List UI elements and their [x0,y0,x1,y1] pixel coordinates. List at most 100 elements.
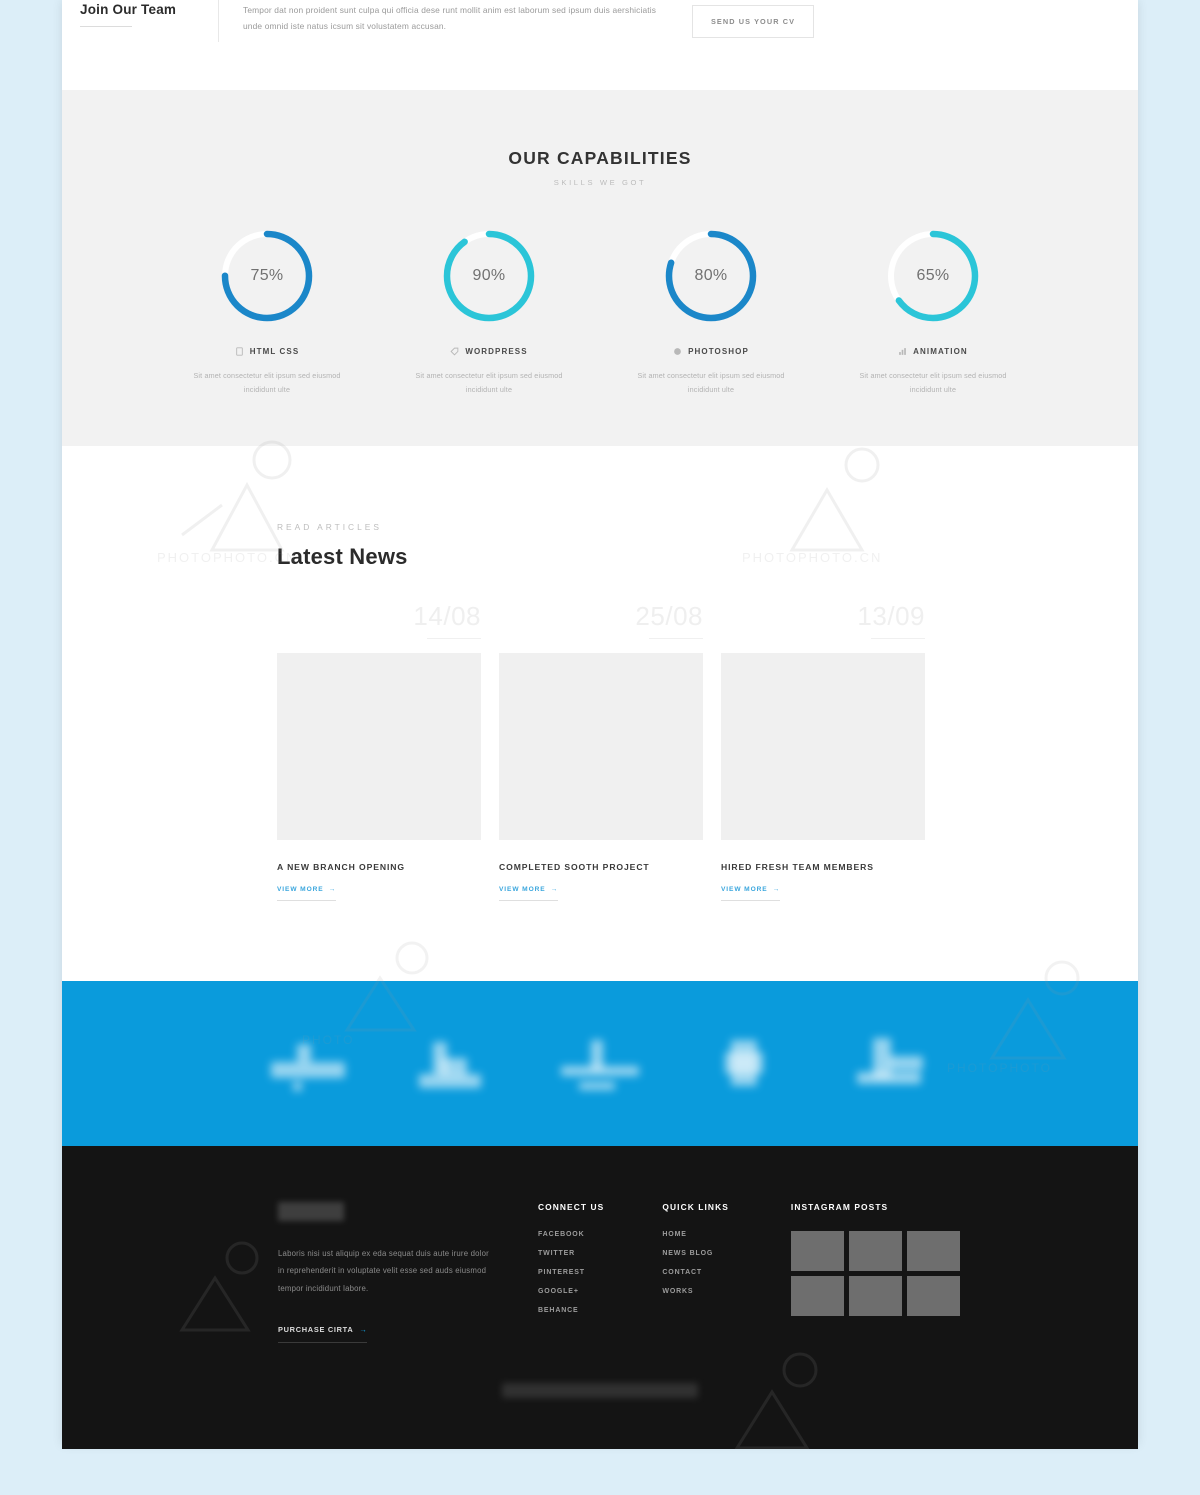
client-logo-3[interactable] [557,1032,643,1094]
connect-us-link[interactable]: FACEBOOK [538,1231,604,1238]
connect-us-link[interactable]: GOOGLE+ [538,1288,604,1295]
logo-shape [293,1082,302,1092]
connect-us-link[interactable]: TWITTER [538,1250,604,1257]
capabilities-header: OUR CAPABILITIES SKILLS WE GOT [62,148,1138,187]
donut-value: 80% [694,267,728,284]
chart-icon [898,347,907,356]
capability-label: PHOTOSHOP [688,347,749,356]
footer-copyright [502,1383,698,1399]
quick-link[interactable]: NEWS BLOG [662,1250,729,1257]
logo-shape [271,1062,345,1079]
quick-link[interactable]: CONTACT [662,1269,729,1276]
purchase-cirta-label: PURCHASE CIRTA [278,1325,354,1335]
join-cta-wrap: SEND US YOUR CV [663,0,843,38]
send-us-your-cv-button[interactable]: SEND US YOUR CV [691,5,815,38]
client-logo-1[interactable] [265,1032,351,1094]
vertical-divider [218,0,219,42]
arrow-right-icon: → [772,885,781,893]
capability-label-row: PHOTOSHOP [628,347,794,356]
donut-chart: 80% [662,227,760,325]
news-card-grid: 14/08 A NEW BRANCH OPENING VIEW MORE → 25/08… [277,603,925,901]
capability-description: Sit amet consectetur elit ipsum sed eius… [415,371,563,395]
connect-us-links: FACEBOOK TWITTER PINTEREST GOOGLE+ BEHANCE [538,1231,604,1314]
capabilities-title: OUR CAPABILITIES [508,148,692,168]
logo-shape [725,1052,763,1075]
logo-shape [857,1072,921,1085]
client-logo-2[interactable] [411,1032,497,1094]
news-card: 25/08 COMPLETED SOOTH PROJECT VIEW MORE → [499,603,703,901]
news-date: 25/08 [635,600,703,631]
footer-about-column: Laboris nisi ust aliquip ex eda sequat d… [278,1201,490,1344]
client-logos-band [62,980,1138,1146]
donut-chart: 75% [218,227,316,325]
logo-shape [297,1044,311,1063]
view-more-link[interactable]: VIEW MORE → [277,885,337,901]
news-title[interactable]: COMPLETED SOOTH PROJECT [499,862,703,872]
capability-description: Sit amet consectetur elit ipsum sed eius… [193,371,341,395]
news-thumbnail[interactable] [721,652,925,840]
client-logo-4[interactable] [703,1032,789,1094]
instagram-post-thumbnail[interactable] [906,1230,960,1271]
logo-shape [579,1082,615,1091]
instagram-post-thumbnail[interactable] [906,1275,960,1316]
join-description-block: Tempor dat non proident sunt culpa qui o… [243,0,663,35]
news-thumbnail[interactable] [277,652,481,840]
capability-label-row: HTML CSS [184,347,350,356]
footer-bottom [80,1383,1120,1399]
news-date-rule [427,637,481,639]
instagram-post-thumbnail[interactable] [790,1275,844,1316]
logo-shape [889,1056,923,1071]
arrow-right-icon: → [328,885,337,893]
news-card: 13/09 HIRED FRESH TEAM MEMBERS VIEW MORE → [721,603,925,901]
purchase-cirta-link[interactable]: PURCHASE CIRTA → [278,1325,368,1344]
connect-us-link[interactable]: PINTEREST [538,1269,604,1276]
news-title[interactable]: A NEW BRANCH OPENING [277,862,481,872]
capabilities-grid: 75% HTML CSS Sit amet consectetur elit ips… [62,227,1138,398]
capability-label: WORDPRESS [465,347,528,356]
logo-shape [591,1040,603,1071]
connect-us-link[interactable]: BEHANCE [538,1307,604,1314]
news-title[interactable]: HIRED FRESH TEAM MEMBERS [721,862,925,872]
join-our-team-section: Join Our Team Tempor dat non proident su… [62,0,1138,90]
capability-description: Sit amet consectetur elit ipsum sed eius… [637,371,785,395]
quick-link[interactable]: HOME [662,1231,729,1238]
footer-logo [278,1201,344,1221]
view-more-link[interactable]: VIEW MORE → [499,885,559,901]
donut-chart: 65% [884,227,982,325]
donut-chart: 90% [440,227,538,325]
quick-link[interactable]: WORKS [662,1288,729,1295]
donut-value: 65% [916,267,950,284]
view-more-link[interactable]: VIEW MORE → [721,885,781,901]
capabilities-section: OUR CAPABILITIES SKILLS WE GOT 75% HTML C… [62,90,1138,446]
client-logo-5[interactable] [849,1032,935,1094]
news-date: 13/09 [857,600,925,631]
instagram-posts-heading: INSTAGRAM POSTS [790,1201,889,1212]
capability-item: 90% WORDPRESS Sit amet consectetur elit ip… [406,227,572,398]
news-thumbnail[interactable] [499,652,703,840]
instagram-post-thumbnail[interactable] [848,1275,902,1316]
latest-news-section: READ ARTICLES Latest News 14/08 A NEW BRA… [62,445,1138,901]
instagram-post-thumbnail[interactable] [848,1230,902,1271]
instagram-posts-grid [790,1230,960,1316]
footer-connect-column: CONNECT US FACEBOOK TWITTER PINTEREST GOOGL… [538,1202,604,1344]
tag-icon [450,347,459,356]
view-more-label: VIEW MORE [721,885,768,893]
join-title-block: Join Our Team [80,0,200,27]
instagram-post-thumbnail[interactable] [790,1230,844,1271]
join-title-underline [80,26,132,27]
footer-columns: Laboris nisi ust aliquip ex eda sequat d… [80,1201,1120,1344]
news-date-rule [871,637,925,639]
view-more-label: VIEW MORE [499,885,546,893]
capability-description: Sit amet consectetur elit ipsum sed eius… [859,371,1007,395]
capability-label: HTML CSS [249,347,300,356]
footer-instagram-column: INSTAGRAM POSTS [790,1201,960,1344]
circle-icon [673,347,682,356]
view-more-label: VIEW MORE [277,885,324,893]
join-description: Tempor dat non proident sunt culpa qui o… [243,5,657,32]
site-footer: Laboris nisi ust aliquip ex eda sequat d… [62,1145,1138,1449]
capability-label: ANIMATION [913,347,968,356]
news-date: 14/08 [413,600,481,631]
file-icon [235,347,244,356]
news-card: 14/08 A NEW BRANCH OPENING VIEW MORE → [277,603,481,901]
donut-value: 75% [250,267,284,284]
